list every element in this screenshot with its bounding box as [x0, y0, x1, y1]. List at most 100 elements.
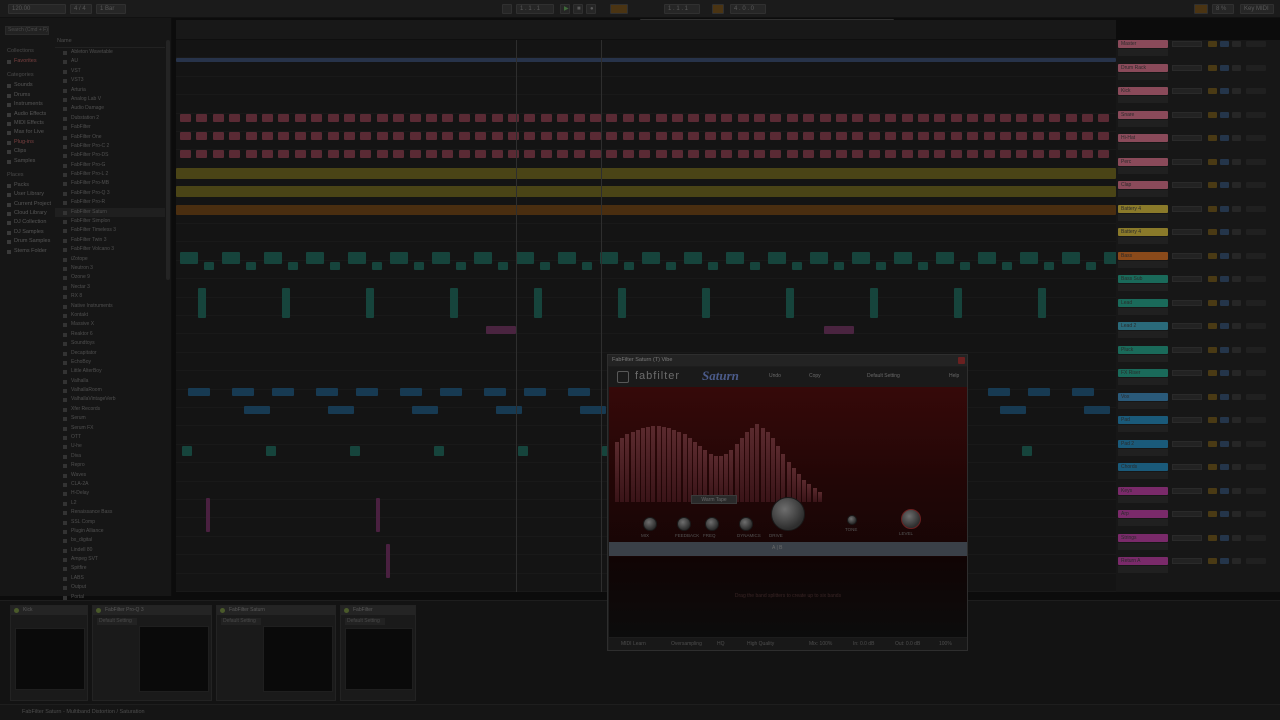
browser-file-item[interactable]: FabFilter Volcano 3 [55, 245, 165, 254]
track-lane[interactable] [176, 77, 1116, 96]
track-volume[interactable] [1246, 464, 1266, 470]
track-arm-button[interactable] [1232, 229, 1241, 235]
track-volume[interactable] [1246, 205, 1266, 212]
track-header[interactable]: Chords [1116, 463, 1280, 486]
clip[interactable] [393, 132, 405, 140]
clip[interactable] [432, 252, 450, 264]
quantize-menu[interactable]: 1 Bar [96, 4, 126, 14]
track-header[interactable]: Drum Rack [1116, 63, 1280, 87]
track-activator-button[interactable] [1208, 229, 1217, 235]
clip[interactable] [666, 262, 676, 270]
clip[interactable] [1082, 132, 1093, 140]
track-input-menu[interactable] [1172, 299, 1202, 306]
clip[interactable] [294, 132, 306, 140]
browser-file-item[interactable]: L2 [55, 499, 165, 508]
clip[interactable] [229, 114, 241, 122]
track-arm-button[interactable] [1232, 111, 1241, 118]
track-routing[interactable] [1118, 213, 1168, 221]
clip[interactable] [360, 114, 372, 122]
track-header[interactable]: Kick [1116, 87, 1280, 110]
clip[interactable] [557, 132, 569, 140]
clip[interactable] [885, 150, 897, 158]
clip[interactable] [770, 150, 782, 158]
clip[interactable] [672, 150, 683, 158]
track-activator-button[interactable] [1208, 487, 1217, 494]
hq-button[interactable]: HQ [717, 641, 725, 647]
track-header[interactable]: Battery 4 [1116, 204, 1280, 228]
track-solo-button[interactable] [1220, 252, 1229, 259]
clip[interactable] [960, 262, 970, 270]
knob-mix[interactable] [643, 517, 657, 531]
clip[interactable] [450, 288, 458, 318]
track-routing[interactable] [1118, 237, 1168, 244]
track-input-menu[interactable] [1172, 464, 1202, 470]
clip[interactable] [348, 252, 366, 264]
browser-category[interactable]: MIDI Effects [4, 119, 52, 128]
clip[interactable] [967, 114, 979, 122]
track-name[interactable]: Strings [1118, 533, 1168, 542]
track-arm-button[interactable] [1232, 158, 1241, 165]
track-routing[interactable] [1118, 566, 1168, 573]
browser-file-item[interactable]: FabFilter Pro-Q 3 [55, 189, 165, 198]
clip[interactable] [266, 446, 276, 456]
clip[interactable] [582, 262, 592, 270]
browser-file-item[interactable]: FabFilter Simplon [55, 217, 165, 226]
track-name[interactable]: Pad [1118, 416, 1168, 424]
clip[interactable] [376, 132, 388, 140]
clip[interactable] [458, 150, 470, 158]
clip[interactable] [344, 132, 355, 140]
browser-category[interactable]: Cloud Library [4, 209, 52, 218]
track-name[interactable]: Vox [1118, 392, 1168, 401]
track-volume[interactable] [1246, 511, 1266, 517]
track-solo-button[interactable] [1220, 393, 1229, 400]
browser-category[interactable]: Drum Samples [4, 237, 52, 246]
knob-feedback[interactable] [677, 517, 691, 531]
track-name[interactable]: Return A [1118, 557, 1168, 565]
device-kick[interactable]: Kick [10, 605, 88, 701]
track-routing[interactable] [1118, 472, 1168, 479]
clip[interactable] [606, 150, 618, 158]
clip[interactable] [819, 132, 831, 140]
browser-category[interactable]: Drums [4, 91, 52, 100]
clip[interactable] [792, 262, 802, 270]
clip[interactable] [622, 150, 634, 158]
zoom-menu[interactable]: 100% [939, 641, 952, 647]
track-lane[interactable] [176, 316, 1116, 335]
clip[interactable] [294, 114, 306, 122]
time-signature[interactable]: 4 / 4 [70, 4, 92, 14]
track-name[interactable]: Hi-Hat [1118, 134, 1168, 142]
track-solo-button[interactable] [1220, 464, 1229, 470]
track-header[interactable]: Lead [1116, 298, 1280, 322]
track-input-menu[interactable] [1172, 323, 1202, 329]
browser-file-item[interactable]: Massive X [55, 320, 165, 329]
clip[interactable] [988, 388, 1010, 396]
clip[interactable] [414, 262, 424, 270]
track-activator-button[interactable] [1208, 135, 1217, 141]
track-arm-button[interactable] [1232, 534, 1241, 541]
track-header[interactable]: Bass Sub [1116, 275, 1280, 298]
track-routing[interactable] [1118, 72, 1168, 80]
track-header[interactable]: Strings [1116, 533, 1280, 557]
track-arm-button[interactable] [1232, 182, 1241, 188]
clip[interactable] [803, 132, 815, 140]
track-input-menu[interactable] [1172, 393, 1202, 400]
track-header[interactable]: Pad 2 [1116, 439, 1280, 463]
track-name[interactable]: Pad 2 [1118, 439, 1168, 448]
clip[interactable] [642, 252, 660, 264]
browser-file-item[interactable]: FabFilter Saturn [55, 207, 165, 218]
browser-category[interactable]: Samples [4, 157, 52, 166]
clip[interactable] [409, 150, 421, 158]
track-volume[interactable] [1246, 252, 1266, 259]
clip[interactable] [518, 446, 528, 456]
browser-file-item[interactable]: H-Delay [55, 489, 165, 498]
clip[interactable] [196, 114, 208, 122]
clip[interactable] [1049, 114, 1061, 122]
clip[interactable] [426, 150, 437, 158]
track-name[interactable]: Drum Rack [1118, 63, 1168, 72]
clip[interactable] [475, 114, 487, 122]
track-volume[interactable] [1246, 323, 1266, 329]
clip[interactable] [786, 288, 794, 318]
clip[interactable] [1084, 406, 1110, 414]
clip[interactable] [400, 388, 422, 396]
browser-category[interactable]: Plug-ins [4, 138, 52, 147]
